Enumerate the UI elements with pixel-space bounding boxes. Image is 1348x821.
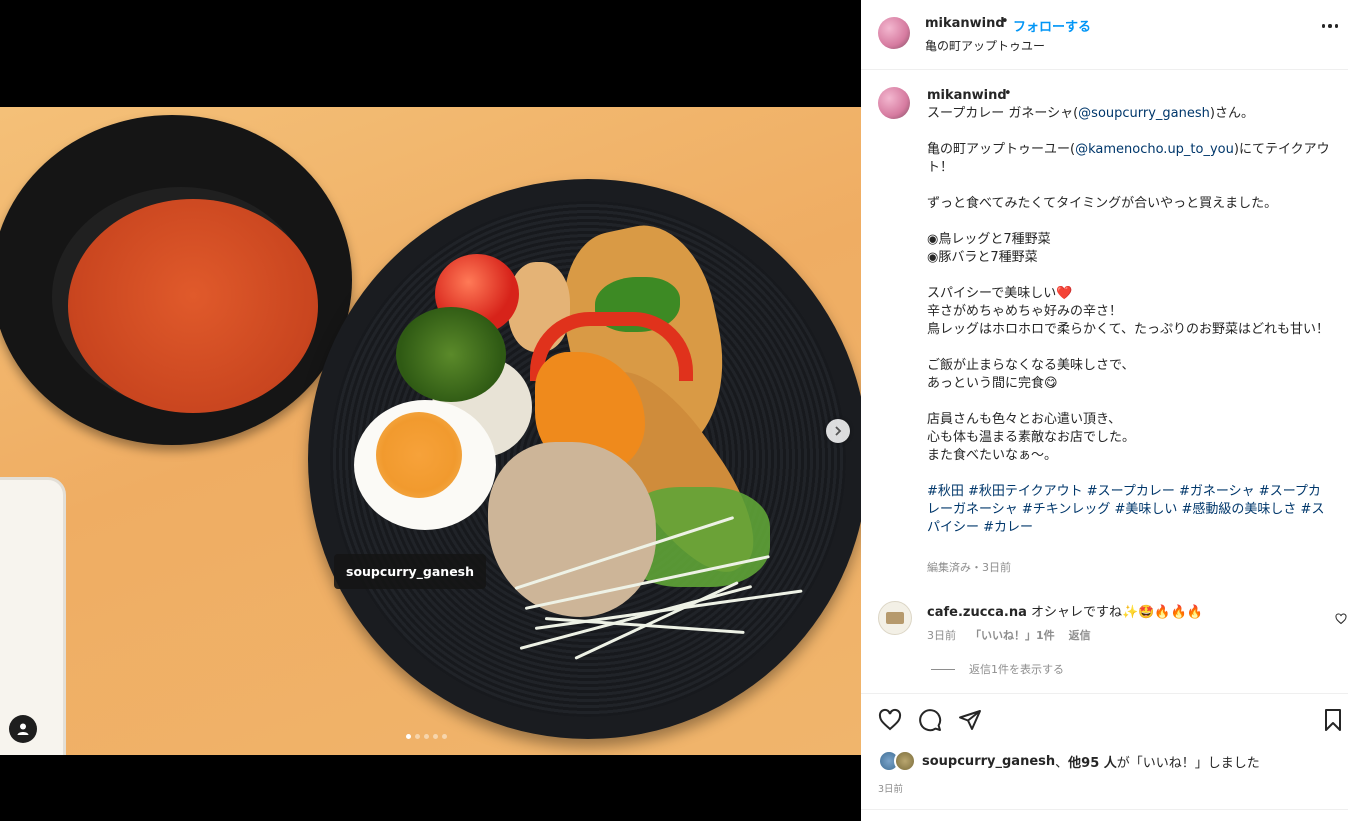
comment-meta: 3日前 「いいね！」1件 返信 (927, 627, 1105, 643)
carousel-dot (424, 734, 429, 739)
reply-button[interactable]: 返信 (1069, 629, 1091, 642)
comment-like-button[interactable] (1335, 610, 1347, 629)
comment-likes[interactable]: 「いいね！」1件 (970, 629, 1055, 642)
mention-link[interactable]: @kamenocho.up_to_you (1075, 142, 1234, 157)
carousel-dot (406, 734, 411, 739)
more-dot-icon (1334, 24, 1338, 28)
user-tag-label[interactable]: soupcurry_ganesh (334, 554, 487, 589)
comment-text: オシャレですね✨🤩🔥🔥🔥 (1031, 605, 1203, 620)
tagged-users-button[interactable] (9, 715, 37, 743)
heart-icon (1335, 613, 1347, 625)
comment-time: 3日前 (927, 629, 956, 642)
caption-username[interactable]: mikanwind (927, 88, 1007, 103)
more-options-button[interactable] (1321, 24, 1338, 28)
header-separator: • (1001, 14, 1009, 29)
chevron-right-icon (835, 426, 842, 436)
likes-count[interactable]: 他95 人 (1068, 752, 1117, 771)
yum-emoji-icon: 😋 (1044, 376, 1058, 391)
bookmark-icon (1325, 709, 1341, 731)
post-time[interactable]: 3日前 (878, 781, 903, 795)
post-header: mikanwind • フォローする 亀の町アップトゥユー (861, 0, 1348, 70)
commenter-username[interactable]: cafe.zucca.na (927, 605, 1027, 620)
comment-button[interactable] (918, 708, 942, 736)
post-media: soupcurry_ganesh (0, 0, 861, 821)
person-icon (17, 723, 29, 735)
more-dot-icon (1328, 24, 1332, 28)
curry-soup (68, 199, 318, 413)
more-dot-icon (1321, 24, 1325, 28)
egg-yolk (376, 412, 462, 498)
mention-link[interactable]: @soupcurry_ganesh (1078, 106, 1210, 121)
follow-button[interactable]: フォローする (1013, 16, 1091, 35)
caption-separator: • (1004, 86, 1012, 101)
leek-sprouts (514, 515, 805, 677)
post-location[interactable]: 亀の町アップトゥユー (925, 37, 1045, 54)
divider (861, 809, 1348, 810)
heart-emoji-icon: ❤️ (1056, 286, 1073, 301)
hashtags[interactable]: #秋田 #秋田テイクアウト #スープカレー #ガネーシャ #スープカレーガネーシ… (927, 484, 1324, 535)
comment-line: cafe.zucca.na オシャレですね✨🤩🔥🔥🔥 (927, 601, 1203, 620)
carousel-indicator (406, 734, 447, 739)
carousel-next-button[interactable] (826, 419, 850, 443)
carousel-dot (415, 734, 420, 739)
liker-avatar[interactable] (894, 750, 916, 772)
post-photo[interactable] (0, 107, 861, 755)
view-replies-button[interactable]: 返信1件を表示する (931, 661, 1064, 677)
carousel-dot (442, 734, 447, 739)
caption-avatar[interactable] (878, 87, 910, 119)
rice-tray (0, 477, 66, 755)
paper-plane-icon (959, 710, 981, 730)
author-username[interactable]: mikanwind (925, 16, 1005, 31)
liker-username[interactable]: soupcurry_ganesh (922, 754, 1055, 769)
likes-summary: soupcurry_ganesh、他95 人が「いいね！」しました (878, 750, 1260, 772)
caption-meta: 編集済み・3日前 (927, 561, 1011, 574)
save-button[interactable] (1323, 708, 1343, 736)
author-avatar[interactable] (878, 17, 910, 49)
caption-intro: スープカレー ガネーシャ( (927, 106, 1079, 121)
post-sidebar: mikanwind • フォローする 亀の町アップトゥユー mikanwind … (861, 0, 1348, 821)
replies-line (931, 668, 955, 670)
caption-text: スープカレー ガネーシャ(@soupcurry_ganesh)さん。 亀の町アッ… (927, 106, 1330, 535)
comment-bubble-icon (919, 709, 942, 732)
like-button[interactable] (878, 708, 902, 736)
share-button[interactable] (958, 708, 982, 736)
action-bar (861, 693, 1348, 744)
commenter-avatar[interactable] (878, 601, 912, 635)
heart-icon (878, 708, 902, 731)
carousel-dot (433, 734, 438, 739)
broccoli (396, 307, 506, 402)
